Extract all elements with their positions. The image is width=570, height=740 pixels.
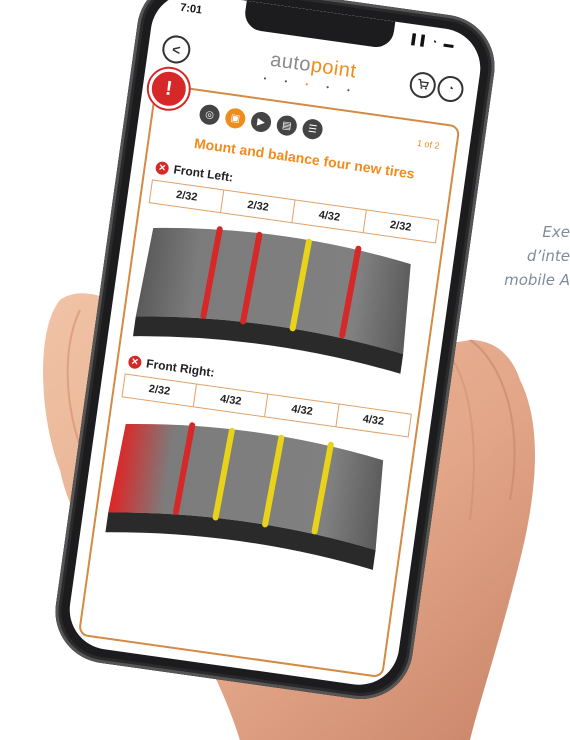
page-dot: • (263, 73, 275, 85)
cart-icon (416, 77, 430, 94)
step-icon-video[interactable]: ▶ (249, 110, 273, 134)
exclamation-icon: ! (164, 76, 174, 100)
page-dot: • (346, 85, 359, 97)
clock-icon: ◔ (446, 82, 455, 96)
step-icon-tire[interactable]: ◎ (198, 103, 221, 127)
status-time: 7:01 (179, 1, 203, 17)
page-dot: • (325, 82, 338, 94)
x-circle-icon: ✕ (154, 160, 170, 175)
status-icons: ▐▐ ◔ ▬ (407, 33, 457, 52)
step-icon-list[interactable]: ▤ (275, 114, 299, 137)
caption-line-3: mobile A (504, 271, 570, 289)
step-icon-tread-active[interactable]: ▣ (224, 107, 247, 130)
page-dot: • (283, 76, 296, 88)
step-icon-cart[interactable]: ☰ (301, 117, 324, 141)
logo-text-auto: auto (268, 48, 313, 77)
page-dot-active: • (304, 79, 317, 91)
x-circle-icon: ✕ (127, 354, 143, 370)
logo-text-point: point (309, 54, 358, 83)
